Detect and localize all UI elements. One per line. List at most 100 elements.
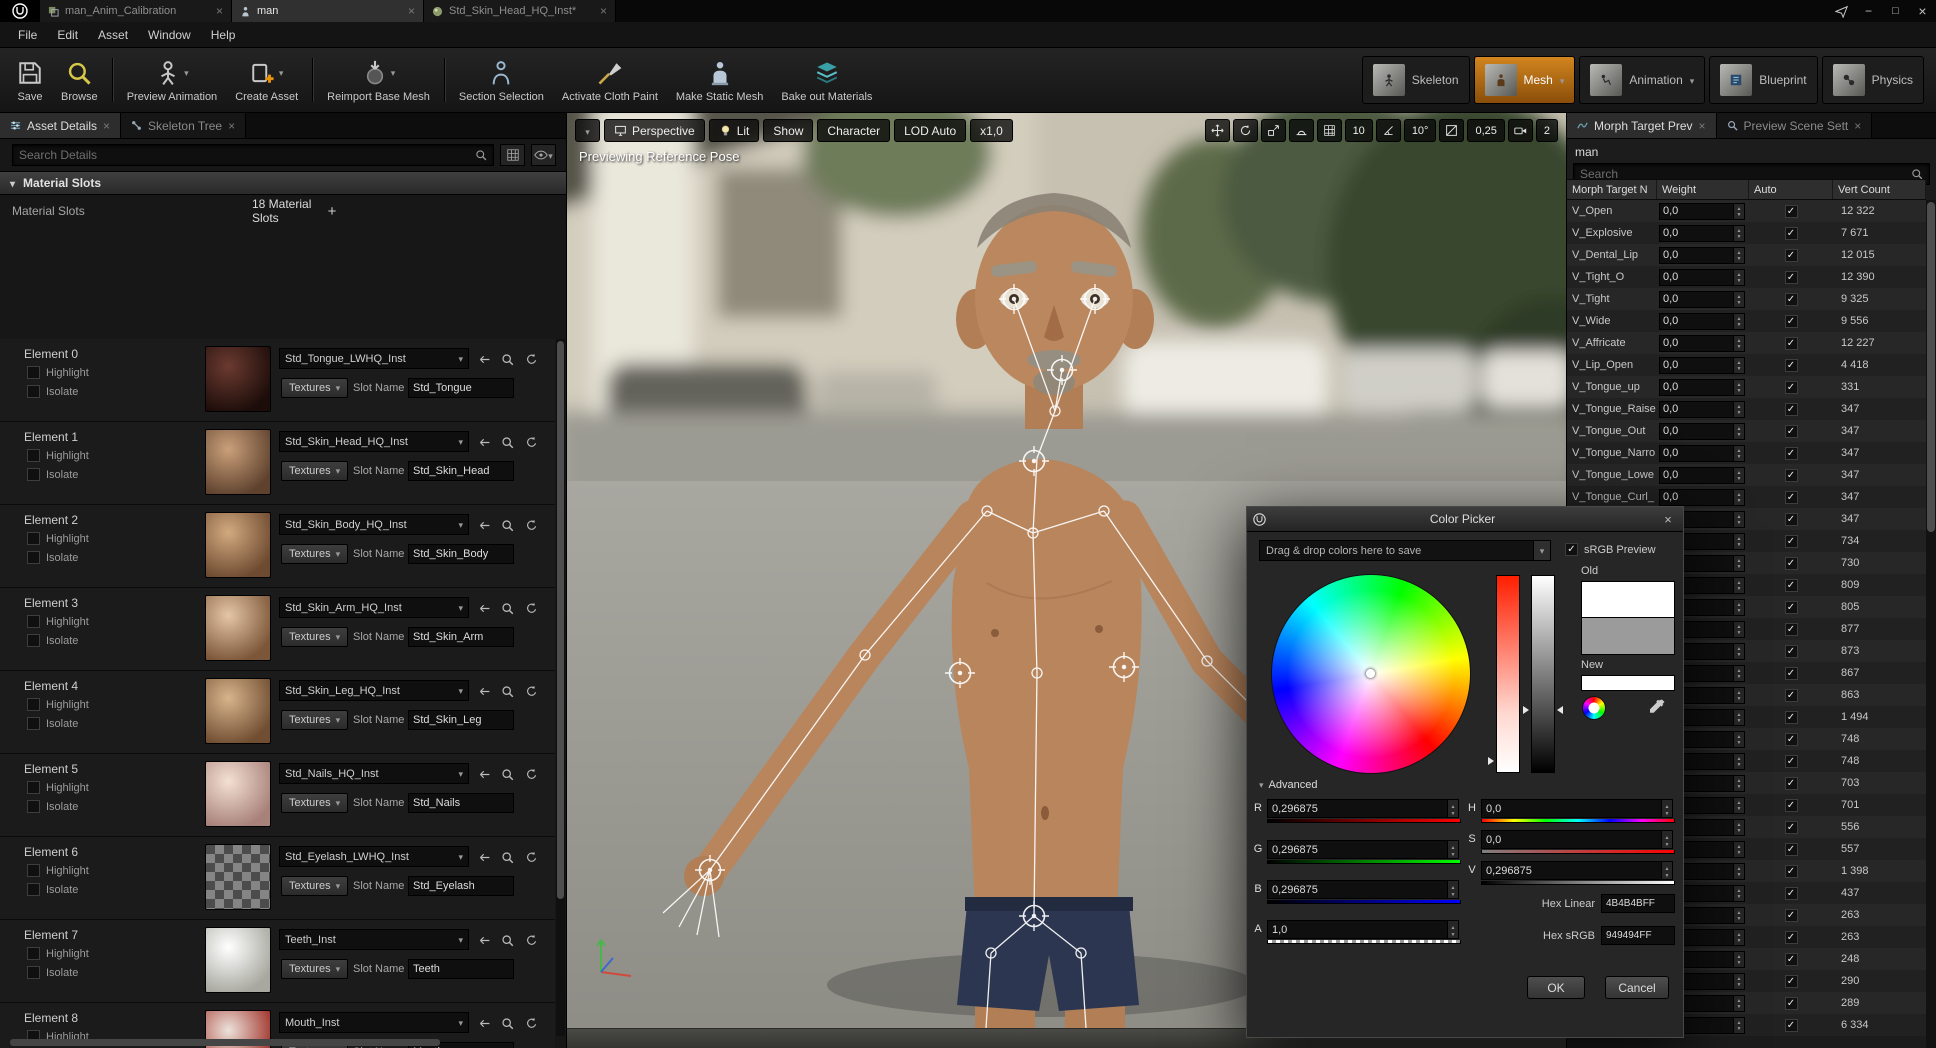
textures-dropdown[interactable]: Textures: [281, 378, 349, 398]
auto-checkbox[interactable]: [1784, 446, 1798, 460]
grid-snap-button[interactable]: [1316, 119, 1342, 142]
spinner-icon[interactable]: [1733, 511, 1744, 527]
reset-to-default-button[interactable]: [521, 515, 541, 535]
weight-value[interactable]: [1660, 247, 1733, 263]
add-material-slot-button[interactable]: +: [322, 201, 342, 221]
screen-size-button[interactable]: x1,0: [970, 119, 1013, 142]
textures-dropdown[interactable]: Textures: [281, 461, 349, 481]
spinner-icon[interactable]: [1733, 863, 1744, 879]
channel-value[interactable]: [1268, 921, 1447, 938]
use-selected-asset-button[interactable]: [474, 847, 494, 867]
spinner-icon[interactable]: [1733, 203, 1744, 219]
close-icon[interactable]: [600, 4, 607, 18]
highlight-checkbox[interactable]: Highlight: [27, 947, 89, 960]
morph-target-row[interactable]: V_Affricate 12 227: [1567, 332, 1926, 354]
textures-dropdown[interactable]: Textures: [281, 710, 349, 730]
saved-colors-dropdown[interactable]: Drag & drop colors here to save: [1259, 540, 1551, 561]
browse-to-asset-button[interactable]: [497, 1013, 517, 1033]
menu-edit[interactable]: Edit: [47, 24, 88, 46]
spinner-icon[interactable]: [1733, 687, 1744, 703]
saturation-input[interactable]: [1481, 830, 1673, 849]
checkbox-box[interactable]: [27, 698, 40, 711]
use-selected-asset-button[interactable]: [474, 681, 494, 701]
morph-target-row[interactable]: V_Wide 9 556: [1567, 310, 1926, 332]
use-selected-asset-button[interactable]: [474, 930, 494, 950]
textures-dropdown[interactable]: Textures: [281, 544, 349, 564]
reset-to-default-button[interactable]: [521, 847, 541, 867]
hex-value[interactable]: [1602, 927, 1674, 944]
use-selected-asset-button[interactable]: [474, 764, 494, 784]
spinner-icon[interactable]: [1733, 907, 1744, 923]
checkbox-box[interactable]: [27, 615, 40, 628]
weight-value[interactable]: [1660, 335, 1733, 351]
close-icon[interactable]: [216, 4, 223, 18]
grid-snap-value[interactable]: 10: [1344, 119, 1373, 142]
auto-checkbox[interactable]: [1784, 754, 1798, 768]
material-instance-select[interactable]: Std_Skin_Leg_HQ_Inst: [279, 680, 469, 701]
menu-window[interactable]: Window: [138, 24, 201, 46]
browse-button[interactable]: Browse: [52, 55, 107, 106]
slot-name-input[interactable]: [408, 627, 514, 647]
auto-checkbox[interactable]: [1784, 930, 1798, 944]
highlight-checkbox[interactable]: Highlight: [27, 698, 89, 711]
tab-preview-scene-settings[interactable]: Preview Scene Sett: [1716, 113, 1873, 138]
material-instance-select[interactable]: Std_Skin_Head_HQ_Inst: [279, 431, 469, 452]
isolate-checkbox[interactable]: Isolate: [27, 551, 78, 564]
weight-input[interactable]: [1659, 202, 1745, 220]
slot-name-input[interactable]: [408, 461, 514, 481]
highlight-checkbox[interactable]: Highlight: [27, 532, 89, 545]
reset-to-default-button[interactable]: [521, 681, 541, 701]
reimport-base-mesh-button[interactable]: Reimport Base Mesh: [318, 55, 439, 106]
share-icon[interactable]: [1828, 0, 1855, 22]
auto-checkbox[interactable]: [1784, 996, 1798, 1010]
search-details-box[interactable]: [12, 144, 494, 166]
morph-target-row[interactable]: V_Tongue_Raise 347: [1567, 398, 1926, 420]
checkbox-box[interactable]: [27, 385, 40, 398]
close-icon[interactable]: [228, 119, 235, 133]
menu-asset[interactable]: Asset: [88, 24, 138, 46]
ok-button[interactable]: OK: [1527, 976, 1585, 999]
slider-marker-icon[interactable]: [1523, 706, 1529, 714]
saturation-gradient-strip[interactable]: [1481, 850, 1675, 854]
auto-checkbox[interactable]: [1784, 314, 1798, 328]
auto-checkbox[interactable]: [1784, 974, 1798, 988]
spinner-icon[interactable]: [1733, 797, 1744, 813]
document-tab[interactable]: man_Anim_Calibration: [40, 0, 232, 22]
mode-physics[interactable]: Physics: [1821, 56, 1924, 104]
camera-speed-button[interactable]: [1507, 119, 1533, 142]
material-thumbnail[interactable]: [205, 512, 271, 578]
column-auto[interactable]: Auto: [1749, 180, 1833, 199]
green-input[interactable]: [1267, 840, 1459, 859]
auto-checkbox[interactable]: [1784, 336, 1798, 350]
slider-marker-icon[interactable]: [1557, 706, 1563, 714]
auto-checkbox[interactable]: [1784, 292, 1798, 306]
srgb-preview-checkbox[interactable]: sRGB Preview: [1565, 543, 1656, 556]
material-instance-select[interactable]: Teeth_Inst: [279, 929, 469, 950]
close-icon[interactable]: [103, 119, 110, 133]
auto-checkbox[interactable]: [1784, 710, 1798, 724]
material-thumbnail[interactable]: [205, 761, 271, 827]
spinner-icon[interactable]: [1733, 731, 1744, 747]
weight-input[interactable]: [1659, 290, 1745, 308]
reset-to-default-button[interactable]: [521, 930, 541, 950]
isolate-checkbox[interactable]: Isolate: [27, 883, 78, 896]
spinner-icon[interactable]: [1733, 379, 1744, 395]
character-button[interactable]: Character: [817, 119, 891, 142]
textures-dropdown[interactable]: Textures: [281, 876, 349, 896]
auto-checkbox[interactable]: [1784, 952, 1798, 966]
checkbox-box[interactable]: [27, 634, 40, 647]
checkbox-box[interactable]: [27, 966, 40, 979]
use-selected-asset-button[interactable]: [474, 1013, 494, 1033]
weight-value[interactable]: [1660, 489, 1733, 505]
column-weight[interactable]: Weight: [1657, 180, 1749, 199]
browse-to-asset-button[interactable]: [497, 432, 517, 452]
document-tab[interactable]: man: [232, 0, 424, 22]
spinner-icon[interactable]: [1733, 995, 1744, 1011]
left-panel-scrollbar[interactable]: [556, 339, 565, 1036]
value-input[interactable]: [1481, 861, 1673, 880]
spinner-icon[interactable]: [1733, 555, 1744, 571]
weight-value[interactable]: [1660, 401, 1733, 417]
spinner-icon[interactable]: [1733, 445, 1744, 461]
spinner-icon[interactable]: [1661, 862, 1672, 879]
isolate-checkbox[interactable]: Isolate: [27, 385, 78, 398]
